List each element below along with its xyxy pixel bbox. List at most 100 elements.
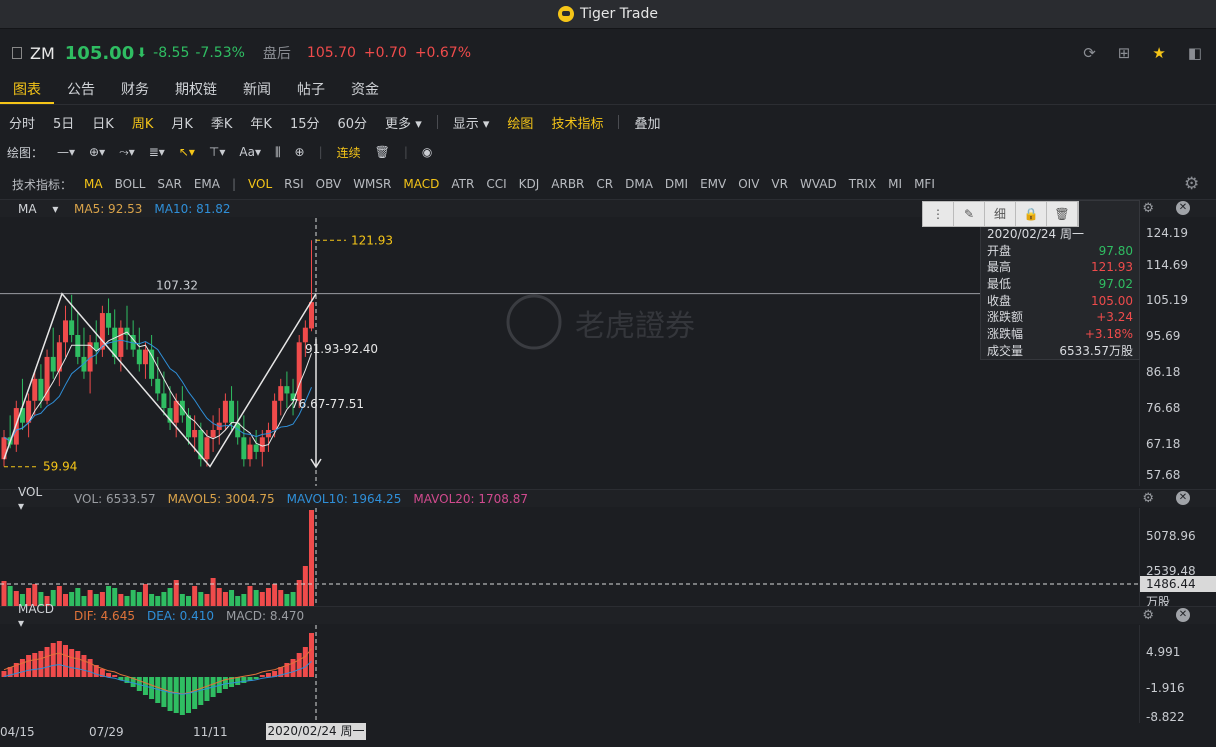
volume-bar xyxy=(222,592,228,606)
indicator-emv[interactable]: EMV xyxy=(694,177,732,191)
volume-bar xyxy=(99,592,105,606)
indicator-mfi[interactable]: MFI xyxy=(908,177,941,191)
eye-icon[interactable]: ◉ xyxy=(415,145,439,159)
indicator-cr[interactable]: CR xyxy=(590,177,619,191)
indicator-atr[interactable]: ATR xyxy=(445,177,480,191)
tab-announcements[interactable]: 公告 xyxy=(54,78,108,104)
zoom-icon[interactable]: ⊕ xyxy=(288,145,312,159)
macd-chart[interactable] xyxy=(0,625,1140,723)
bar-chart-icon[interactable]: ⫼ xyxy=(268,145,288,160)
period-daily[interactable]: 日K xyxy=(83,113,123,132)
indicator-dma[interactable]: DMA xyxy=(619,177,659,191)
lock-icon[interactable]: 🔒 xyxy=(1016,202,1047,226)
period-5day[interactable]: 5日 xyxy=(44,113,83,132)
macd-bar xyxy=(259,675,265,677)
period-15min[interactable]: 15分 xyxy=(281,113,329,132)
settings-gear-icon[interactable]: ⚙ xyxy=(1142,491,1154,506)
sidebar-toggle-icon[interactable] xyxy=(12,47,22,59)
cursor-tool-icon[interactable]: ↖▾ xyxy=(172,145,202,159)
close-icon[interactable]: ✕ xyxy=(1176,201,1190,215)
indicator-ma[interactable]: MA xyxy=(78,177,109,191)
period-monthly[interactable]: 月K xyxy=(162,113,202,132)
tab-news[interactable]: 新闻 xyxy=(230,78,284,104)
indicator-sar[interactable]: SAR xyxy=(151,177,187,191)
indicator-macd[interactable]: MACD xyxy=(397,177,445,191)
tooltip-date: 2020/02/24 周一 xyxy=(987,227,1084,241)
favorite-star-icon[interactable]: ★ xyxy=(1152,44,1165,62)
pencil-icon[interactable]: ✎ xyxy=(954,202,985,226)
trash-icon[interactable]: 🗑 xyxy=(368,145,397,159)
indicator-cci[interactable]: CCI xyxy=(480,177,512,191)
trash-icon[interactable]: 🗑 xyxy=(1047,202,1078,226)
indicator-mi[interactable]: MI xyxy=(882,177,908,191)
volume-cursor-value: 1486.44 xyxy=(1140,576,1216,592)
indicator-wvad[interactable]: WVAD xyxy=(794,177,843,191)
drag-handle-icon[interactable]: ⋮ xyxy=(923,202,954,226)
indicator-rsi[interactable]: RSI xyxy=(278,177,310,191)
period-yearly[interactable]: 年K xyxy=(241,113,281,132)
period-weekly[interactable]: 周K xyxy=(123,113,163,132)
indicator-boll[interactable]: BOLL xyxy=(109,177,152,191)
price-axis: 124.19 114.69 105.19 95.69 86.18 76.68 6… xyxy=(1140,218,1216,486)
tab-capital[interactable]: 资金 xyxy=(338,78,392,104)
indicators-button[interactable]: 技术指标 xyxy=(542,113,612,132)
settings-gear-icon[interactable]: ⚙ xyxy=(1142,608,1154,623)
vol-value: VOL: 6533.57 xyxy=(74,491,156,506)
app-window: Tiger Trade ZM 105.00 ⬇ -8.55 -7.53% 盘后 … xyxy=(0,0,1216,747)
refresh-icon[interactable]: ⟳ xyxy=(1083,44,1096,62)
detail-button[interactable]: 细 xyxy=(985,202,1016,226)
macd-bar xyxy=(296,653,302,677)
indicator-obv[interactable]: OBV xyxy=(310,177,348,191)
path-tool-icon[interactable]: ⤳▾ xyxy=(112,145,142,160)
watermark-logo-icon xyxy=(506,294,562,350)
indicator-ema[interactable]: EMA xyxy=(188,177,226,191)
tooltip-row: 成交量 6533.57万股 xyxy=(981,343,1139,360)
tab-options-chain[interactable]: 期权链 xyxy=(162,78,230,104)
text-tool-icon[interactable]: Aa▾ xyxy=(232,145,268,159)
shape-tool-icon[interactable]: ⊕▾ xyxy=(82,145,112,159)
settings-gear-icon[interactable]: ⚙ xyxy=(1184,174,1199,194)
tooltip-toolbar: ⋮ ✎ 细 🔒 🗑 xyxy=(922,201,1079,227)
cursor-date-label: 2020/02/24 周一 xyxy=(266,723,366,740)
tab-posts[interactable]: 帖子 xyxy=(284,78,338,104)
draw-button[interactable]: 绘图 xyxy=(498,113,542,132)
ma-dropdown[interactable]: MA ▾ xyxy=(0,202,62,216)
indicator-vr[interactable]: VR xyxy=(765,177,794,191)
candle-body xyxy=(229,400,235,423)
tooltip-label: 最高 xyxy=(987,260,1012,275)
indicator-arbr[interactable]: ARBR xyxy=(545,177,590,191)
indicator-trix[interactable]: TRIX xyxy=(843,177,882,191)
measure-tool-icon[interactable]: ⊤▾ xyxy=(202,145,232,159)
volume-chart[interactable] xyxy=(0,508,1140,606)
tab-chart[interactable]: 图表 xyxy=(0,78,54,104)
price-tick: 57.68 xyxy=(1146,468,1181,482)
period-more-dropdown[interactable]: 更多 ▾ xyxy=(376,113,431,132)
close-icon[interactable]: ✕ xyxy=(1176,491,1190,505)
panel-toggle-icon[interactable]: ◧ xyxy=(1188,44,1202,62)
close-icon[interactable]: ✕ xyxy=(1176,608,1190,622)
indicator-kdj[interactable]: KDJ xyxy=(513,177,546,191)
grid-layout-icon[interactable]: ⊞ xyxy=(1118,44,1131,62)
fib-tool-icon[interactable]: ≣▾ xyxy=(142,145,172,159)
indicator-oiv[interactable]: OIV xyxy=(732,177,765,191)
divider: | xyxy=(318,145,323,159)
indicator-vol[interactable]: VOL xyxy=(242,177,278,191)
settings-gear-icon[interactable]: ⚙ xyxy=(1142,201,1154,216)
candle-body xyxy=(278,386,284,401)
tooltip-label: 开盘 xyxy=(987,243,1012,258)
display-dropdown[interactable]: 显示 ▾ xyxy=(444,113,499,132)
indicator-wmsr[interactable]: WMSR xyxy=(347,177,397,191)
macd-bar xyxy=(19,659,25,677)
tab-financials[interactable]: 财务 xyxy=(108,78,162,104)
continuous-toggle[interactable]: 连续 xyxy=(330,144,368,161)
tooltip-row: 最高 121.93 xyxy=(981,259,1139,276)
overlay-button[interactable]: 叠加 xyxy=(625,113,669,132)
volume-bar xyxy=(167,588,173,606)
candlestick-chart[interactable]: 老虎證券107.32121.9359.9491.93-92.4076.67-77… xyxy=(0,218,1140,486)
period-quarterly[interactable]: 季K xyxy=(202,113,242,132)
line-tool-icon[interactable]: —▾ xyxy=(50,145,82,159)
macd-bar xyxy=(87,659,93,677)
period-intraday[interactable]: 分时 xyxy=(0,113,44,132)
indicator-dmi[interactable]: DMI xyxy=(659,177,694,191)
period-60min[interactable]: 60分 xyxy=(329,113,377,132)
